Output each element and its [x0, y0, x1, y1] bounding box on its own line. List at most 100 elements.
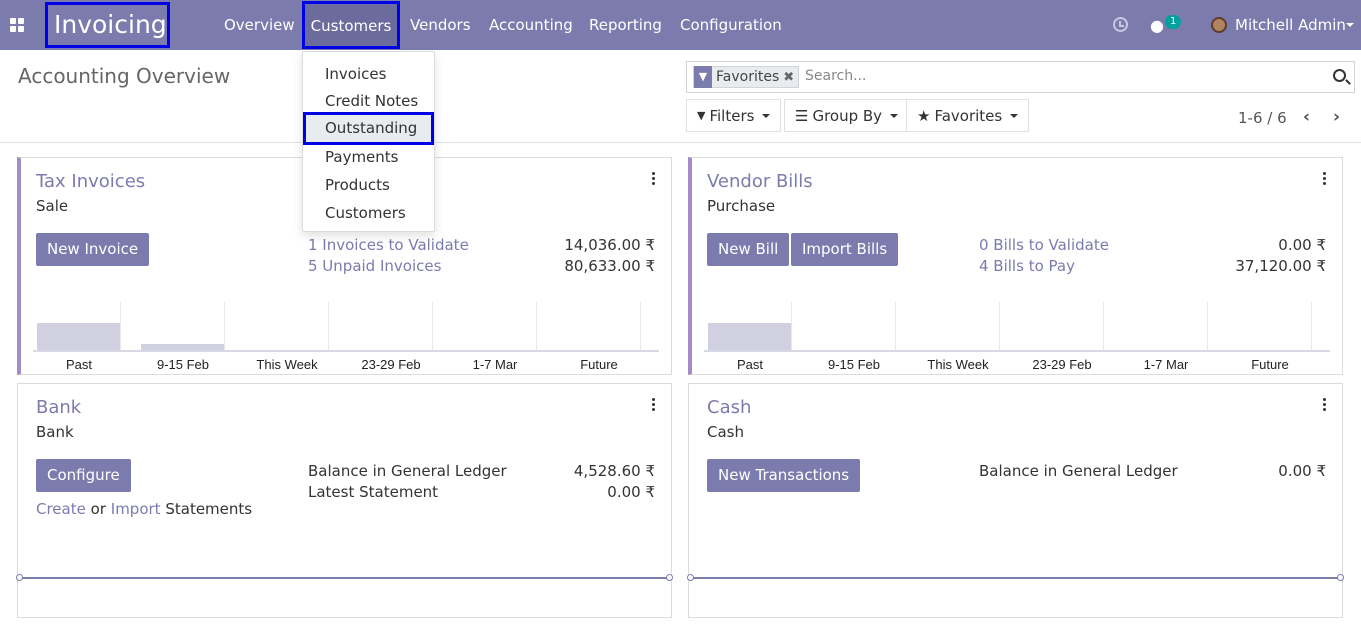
pager-next-icon[interactable]: ›	[1333, 107, 1340, 127]
dropdown-item-outstanding[interactable]: Outstanding	[303, 112, 434, 145]
bar-column[interactable]	[812, 302, 896, 352]
filter-icon: ▼	[694, 66, 712, 88]
invoices-to-validate-value: 14,036.00 ₹	[564, 236, 655, 254]
caret-down-icon	[890, 113, 899, 118]
app-brand[interactable]: Invoicing	[45, 2, 170, 48]
menu-customers[interactable]: Customers	[302, 1, 400, 49]
bar-label: This Week	[256, 357, 318, 372]
card-menu-icon[interactable]	[1323, 398, 1326, 413]
card-title[interactable]: Tax Invoices	[36, 171, 145, 192]
caret-down-icon	[762, 113, 771, 118]
card-subtitle: Purchase	[707, 197, 776, 215]
pager-value[interactable]: 1-6 / 6	[1238, 109, 1287, 127]
bar-label: 1-7 Mar	[1143, 357, 1189, 372]
invoices-to-validate-link[interactable]: 1 Invoices to Validate	[308, 236, 469, 254]
facet-label: Favorites	[716, 69, 780, 85]
card-title[interactable]: Cash	[707, 397, 751, 418]
sales-bar-chart[interactable]: Past 9-15 Feb This Week 23-29 Feb 1-7 Mar Fut…	[33, 302, 659, 372]
bar-label: 9-15 Feb	[827, 357, 881, 372]
card-title[interactable]: Vendor Bills	[707, 171, 813, 192]
bank-statement-actions: Create or Import Statements	[36, 500, 252, 518]
new-transactions-button[interactable]: New Transactions	[707, 459, 861, 492]
bar-column[interactable]	[1228, 302, 1312, 352]
bills-to-validate-link[interactable]: 0 Bills to Validate	[979, 236, 1109, 254]
card-subtitle: Cash	[707, 423, 744, 441]
cash-line-chart[interactable]	[687, 574, 1344, 581]
groupby-button[interactable]: ☰ Group By	[784, 99, 910, 132]
bar-column[interactable]	[916, 302, 1000, 352]
bar-column[interactable]	[349, 302, 433, 352]
caret-down-icon[interactable]	[1346, 23, 1354, 27]
star-icon: ★	[917, 106, 931, 125]
import-bills-button[interactable]: Import Bills	[791, 233, 899, 266]
configure-button[interactable]: Configure	[36, 459, 131, 492]
bar-column[interactable]	[708, 302, 792, 352]
top-navbar: Invoicing Overview Customers Vendors Acc…	[0, 0, 1361, 50]
cash-card: Cash Cash New Transactions Balance in Ge…	[687, 383, 1344, 618]
bar-column[interactable]	[557, 302, 641, 352]
dropdown-item-credit-notes[interactable]: Credit Notes	[325, 92, 418, 110]
bar-column[interactable]	[453, 302, 537, 352]
user-menu-name[interactable]: Mitchell Admin	[1235, 0, 1346, 50]
filters-label: Filters	[709, 106, 755, 125]
remove-facet-icon[interactable]: ✖	[783, 70, 798, 85]
pager-previous-icon[interactable]: ‹	[1303, 107, 1310, 127]
favorites-label: Favorites	[934, 106, 1003, 125]
chat-count-badge: 1	[1165, 15, 1182, 29]
search-icon[interactable]	[1333, 69, 1346, 82]
bar-column[interactable]	[141, 302, 225, 352]
menu-overview[interactable]: Overview	[224, 0, 295, 50]
favorites-button[interactable]: ★ Favorites	[906, 99, 1030, 132]
bar-label: Future	[580, 357, 618, 372]
card-subtitle: Bank	[36, 423, 74, 441]
bills-to-pay-link[interactable]: 4 Bills to Pay	[979, 257, 1075, 275]
unpaid-invoices-link[interactable]: 5 Unpaid Invoices	[308, 257, 441, 275]
new-invoice-button[interactable]: New Invoice	[36, 233, 150, 266]
card-subtitle: Sale	[36, 197, 69, 215]
bar-column[interactable]	[245, 302, 329, 352]
page-title: Accounting Overview	[18, 64, 231, 88]
balance-label: Balance in General Ledger	[308, 462, 507, 480]
chart-baseline	[33, 350, 659, 352]
card-title[interactable]: Bank	[36, 397, 81, 418]
activity-clock-icon[interactable]	[1113, 17, 1128, 32]
dropdown-item-products[interactable]: Products	[325, 176, 390, 194]
bar-column[interactable]	[1124, 302, 1208, 352]
funnel-icon: ▼	[697, 109, 706, 122]
bar[interactable]	[708, 323, 791, 352]
create-statement-link[interactable]: Create	[36, 500, 86, 518]
menu-reporting[interactable]: Reporting	[589, 0, 662, 50]
card-menu-icon[interactable]	[1323, 172, 1326, 187]
bar-column[interactable]	[37, 302, 121, 352]
import-statement-link[interactable]: Import	[111, 500, 161, 518]
menu-accounting[interactable]: Accounting	[489, 0, 573, 50]
dropdown-item-invoices[interactable]: Invoices	[325, 65, 386, 83]
bar-column[interactable]	[1020, 302, 1104, 352]
apps-menu-icon[interactable]	[10, 18, 24, 32]
vendor-bills-card: Vendor Bills Purchase New Bill Import Bi…	[688, 157, 1343, 375]
dropdown-item-customers[interactable]: Customers	[325, 204, 406, 222]
bank-card: Bank Bank Configure Create or Import Sta…	[16, 383, 673, 618]
bar-label: 23-29 Feb	[361, 357, 421, 372]
card-menu-icon[interactable]	[652, 172, 655, 187]
list-icon: ☰	[795, 106, 809, 125]
bar[interactable]	[37, 323, 120, 352]
latest-statement-label: Latest Statement	[308, 483, 439, 501]
search-facet: ▼ Favorites ✖	[693, 66, 800, 88]
dropdown-item-payments[interactable]: Payments	[325, 148, 398, 166]
filters-button[interactable]: ▼ Filters	[686, 99, 782, 132]
bank-line-chart[interactable]	[16, 574, 673, 581]
purchase-bar-chart[interactable]: Past 9-15 Feb This Week 23-29 Feb 1-7 Mar Fut…	[704, 302, 1330, 372]
new-bill-button[interactable]: New Bill	[707, 233, 790, 266]
menu-configuration[interactable]: Configuration	[680, 0, 782, 50]
search-input[interactable]	[805, 68, 1325, 84]
avatar[interactable]	[1211, 17, 1227, 33]
card-menu-icon[interactable]	[652, 398, 655, 413]
statements-text: Statements	[165, 500, 253, 518]
or-text: or	[90, 500, 106, 518]
menu-vendors[interactable]: Vendors	[410, 0, 471, 50]
balance-value: 0.00 ₹	[1278, 462, 1326, 480]
bar-label: Future	[1251, 357, 1289, 372]
chat-icon[interactable]: ●	[1150, 16, 1164, 35]
caret-down-icon	[1010, 113, 1019, 118]
